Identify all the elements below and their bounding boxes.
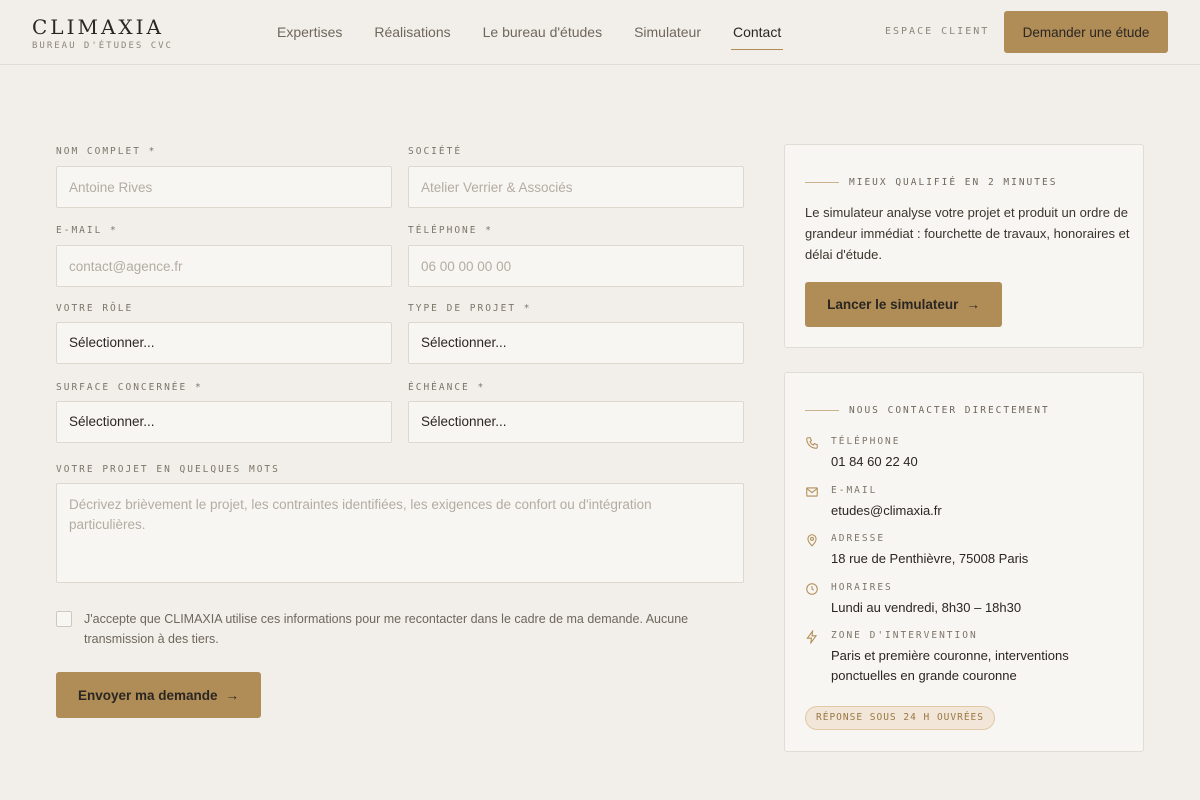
field-type-projet: TYPE DE PROJET * Sélectionner... bbox=[408, 303, 744, 364]
nom-input[interactable] bbox=[56, 166, 392, 208]
role-label: VOTRE RÔLE bbox=[56, 303, 134, 314]
hours-value: Lundi au vendredi, 8h30 – 18h30 bbox=[831, 600, 1022, 615]
echeance-select[interactable]: Sélectionner... bbox=[408, 401, 744, 443]
societe-input[interactable] bbox=[408, 166, 744, 208]
zone-label: ZONE D'INTERVENTION bbox=[831, 630, 978, 641]
email-input[interactable] bbox=[56, 245, 392, 287]
map-pin-icon bbox=[807, 534, 817, 547]
response-time-badge: RÉPONSE SOUS 24 H OUVRÉES bbox=[805, 706, 995, 730]
surface-label: SURFACE CONCERNÉE * bbox=[56, 382, 203, 393]
contact-card: NOUS CONTACTER DIRECTEMENT TÉLÉPHONE 01 … bbox=[784, 372, 1144, 752]
espace-client-link[interactable]: ESPACE CLIENT bbox=[885, 26, 989, 37]
nav-item-simulateur[interactable]: Simulateur bbox=[634, 0, 701, 64]
main-nav: Expertises Réalisations Le bureau d'étud… bbox=[277, 0, 813, 64]
brand-name: CLIMAXIA bbox=[32, 15, 164, 39]
brand-logo[interactable]: CLIMAXIA BUREAU D'ÉTUDES CVC bbox=[32, 15, 173, 51]
submit-label: Envoyer ma demande bbox=[77, 687, 218, 703]
submit-button[interactable]: Envoyer ma demande → bbox=[56, 672, 261, 718]
email-label: E-MAIL * bbox=[56, 225, 118, 236]
field-nom: NOM COMPLET * bbox=[56, 146, 392, 208]
telephone-label: TÉLÉPHONE * bbox=[408, 225, 493, 236]
field-surface: SURFACE CONCERNÉE * Sélectionner... bbox=[56, 382, 392, 443]
eyebrow-line bbox=[805, 410, 839, 411]
nav-item-bureau-etudes[interactable]: Le bureau d'études bbox=[483, 0, 602, 64]
field-role: VOTRE RÔLE Sélectionner... bbox=[56, 303, 392, 364]
arrow-right-icon: → bbox=[966, 297, 980, 312]
zone-value: Paris et première couronne, intervention… bbox=[831, 648, 1069, 683]
surface-select[interactable]: Sélectionner... bbox=[56, 401, 392, 443]
type-projet-select[interactable]: Sélectionner... bbox=[408, 322, 744, 364]
simulator-eyebrow-text: MIEUX QUALIFIÉ EN 2 MINUTES bbox=[849, 177, 1058, 188]
simulator-card: MIEUX QUALIFIÉ EN 2 MINUTES Le simulateu… bbox=[784, 144, 1144, 348]
address-label: ADRESSE bbox=[831, 533, 886, 544]
contact-eyebrow-text: NOUS CONTACTER DIRECTEMENT bbox=[849, 405, 1050, 416]
nav-item-realisations[interactable]: Réalisations bbox=[374, 0, 450, 64]
echeance-label: ÉCHÉANCE * bbox=[408, 382, 486, 393]
telephone-input[interactable] bbox=[408, 245, 744, 287]
email-label: E-MAIL bbox=[831, 485, 878, 496]
phone-label: TÉLÉPHONE bbox=[831, 436, 901, 447]
field-telephone: TÉLÉPHONE * bbox=[408, 225, 744, 287]
field-societe: SOCIÉTÉ bbox=[408, 146, 744, 208]
launch-simulator-label: Lancer le simulateur bbox=[827, 297, 959, 312]
societe-label: SOCIÉTÉ bbox=[408, 146, 463, 157]
launch-simulator-button[interactable]: Lancer le simulateur → bbox=[805, 282, 1002, 327]
simulator-description: Le simulateur analyse votre projet et pr… bbox=[805, 205, 1130, 262]
consent-checkbox[interactable] bbox=[56, 611, 72, 627]
projet-label: VOTRE PROJET EN QUELQUES MOTS bbox=[56, 464, 280, 475]
field-email: E-MAIL * bbox=[56, 225, 392, 287]
nom-label: NOM COMPLET * bbox=[56, 146, 157, 157]
brand-tagline: BUREAU D'ÉTUDES CVC bbox=[32, 41, 173, 51]
simulator-eyebrow: MIEUX QUALIFIÉ EN 2 MINUTES bbox=[805, 177, 1057, 188]
mail-icon bbox=[806, 487, 818, 497]
field-echeance: ÉCHÉANCE * Sélectionner... bbox=[408, 382, 744, 443]
type-projet-label: TYPE DE PROJET * bbox=[408, 303, 532, 314]
nav-item-expertises[interactable]: Expertises bbox=[277, 0, 342, 64]
phone-value[interactable]: 01 84 60 22 40 bbox=[831, 452, 1121, 472]
consent-text: J'accepte que CLIMAXIA utilise ces infor… bbox=[84, 612, 689, 646]
address-value: 18 rue de Penthièvre, 75008 Paris bbox=[831, 551, 1029, 566]
hours-label: HORAIRES bbox=[831, 582, 893, 593]
clock-icon bbox=[806, 583, 818, 595]
arrow-right-icon: → bbox=[225, 687, 240, 703]
request-study-button[interactable]: Demander une étude bbox=[1004, 11, 1168, 53]
contact-eyebrow: NOUS CONTACTER DIRECTEMENT bbox=[805, 405, 1050, 416]
phone-icon bbox=[806, 437, 818, 449]
nav-item-contact[interactable]: Contact bbox=[730, 0, 784, 64]
eyebrow-line bbox=[805, 182, 839, 183]
lightning-icon bbox=[806, 630, 818, 644]
site-header: CLIMAXIA BUREAU D'ÉTUDES CVC Expertises … bbox=[0, 0, 1200, 65]
field-projet: VOTRE PROJET EN QUELQUES MOTS bbox=[56, 464, 744, 583]
email-value[interactable]: etudes@climaxia.fr bbox=[831, 501, 1121, 521]
projet-textarea[interactable] bbox=[56, 483, 744, 583]
role-select[interactable]: Sélectionner... bbox=[56, 322, 392, 364]
